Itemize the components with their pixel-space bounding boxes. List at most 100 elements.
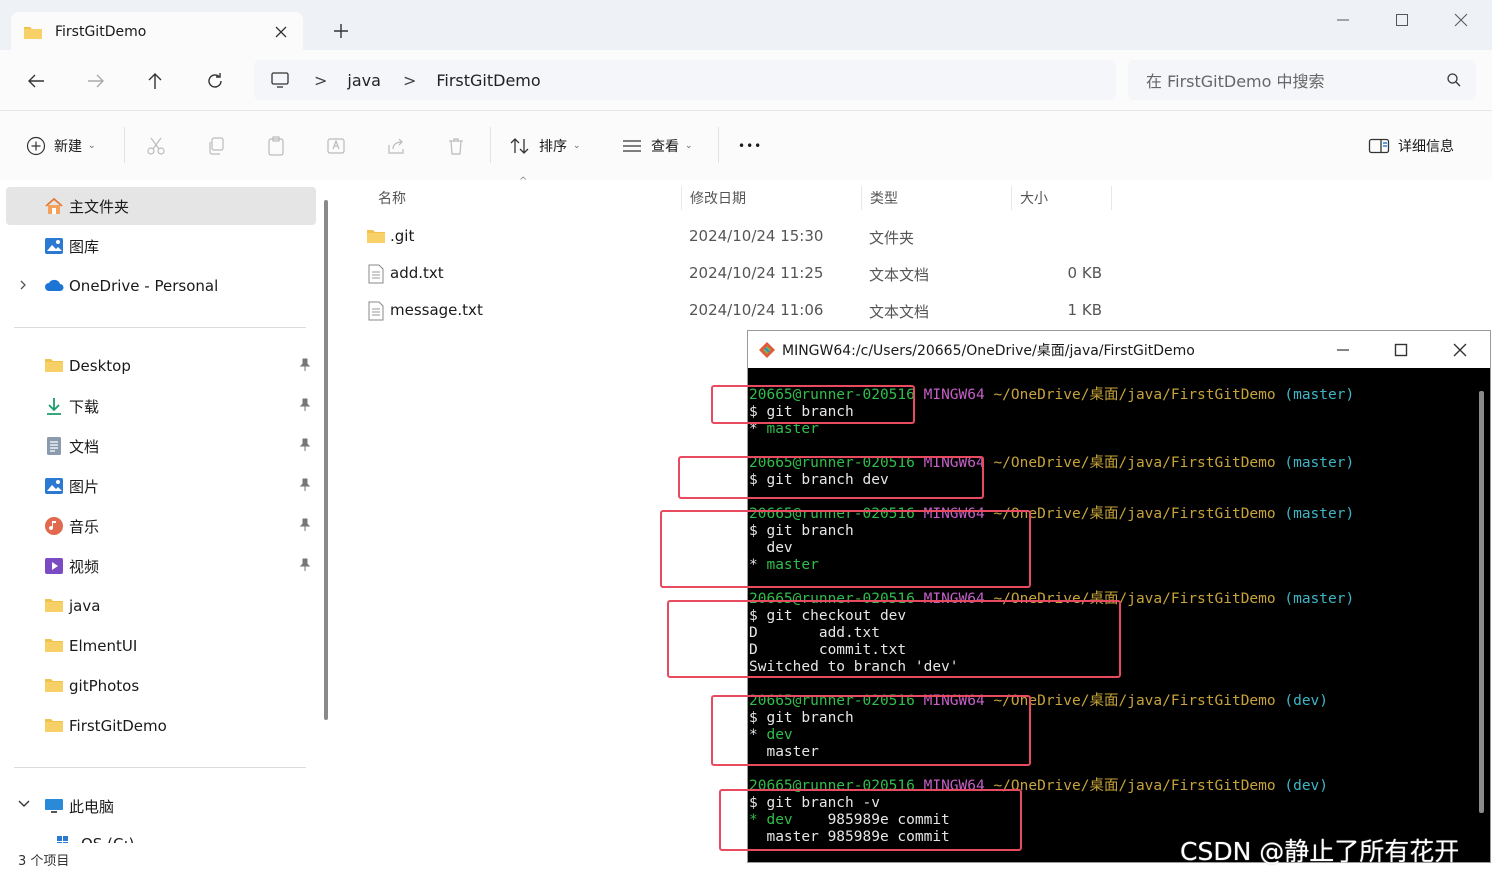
terminal-maximize-icon[interactable] — [1390, 339, 1412, 361]
column-header-name[interactable]: 名称 — [370, 186, 682, 210]
refresh-icon[interactable] — [200, 66, 230, 96]
computer-icon — [270, 71, 290, 89]
search-input[interactable]: 在 FirstGitDemo 中搜索 — [1146, 68, 1325, 92]
terminal-title-bar[interactable]: MINGW64:/c/Users/20665/OneDrive/桌面/java/… — [748, 331, 1490, 368]
window-close-icon[interactable] — [1451, 10, 1471, 30]
tab-close-icon[interactable] — [269, 20, 293, 44]
delete-button[interactable] — [446, 132, 466, 160]
details-pane-icon — [1368, 137, 1390, 155]
prompt-branch: (master) — [1284, 387, 1355, 403]
chevron-right-icon[interactable] — [18, 279, 28, 291]
annotation-box — [711, 385, 915, 424]
forward-icon[interactable] — [81, 66, 111, 96]
file-row-add-txt[interactable]: add.txt 2024/10/24 11:25 文本文档 0 KB — [352, 256, 1122, 292]
file-row-git[interactable]: .git 2024/10/24 15:30 文件夹 — [352, 219, 1122, 255]
sidebar-item-gitphotos[interactable]: gitPhotos — [6, 667, 316, 705]
sort-icon — [509, 136, 531, 156]
more-options-button[interactable]: ••• — [738, 132, 762, 160]
breadcrumb-java[interactable]: java — [347, 71, 381, 90]
up-icon[interactable] — [140, 66, 170, 96]
new-button[interactable]: 新建 ⌄ — [26, 132, 96, 160]
sidebar-item-videos[interactable]: 视频 — [6, 547, 316, 585]
sidebar-item-label: 音乐 — [69, 517, 100, 536]
back-icon[interactable] — [21, 66, 51, 96]
sidebar-item-java[interactable]: java — [6, 587, 316, 625]
share-icon — [386, 136, 406, 156]
annotation-box — [719, 789, 1022, 851]
terminal-scrollbar[interactable] — [1479, 391, 1484, 813]
column-header-type[interactable]: 类型 — [862, 186, 1012, 210]
search-box[interactable]: 在 FirstGitDemo 中搜索 — [1128, 60, 1476, 100]
file-type: 文本文档 — [869, 266, 930, 284]
sort-button[interactable]: 排序 ⌄ — [509, 132, 581, 160]
file-size: 0 KB — [1067, 264, 1102, 282]
prompt-env: MINGW64 — [923, 387, 985, 403]
watermark: CSDN @静止了所有花开 — [1180, 837, 1460, 866]
new-label: 新建 — [54, 139, 82, 155]
cloud-icon — [44, 276, 64, 296]
details-button[interactable]: 详细信息 — [1368, 132, 1454, 160]
sidebar-item-label: 图片 — [69, 477, 100, 496]
sidebar-item-label: ElmentUI — [69, 637, 138, 655]
sidebar-item-documents[interactable]: 文档 — [6, 427, 316, 465]
file-row-message-txt[interactable]: message.txt 2024/10/24 11:06 文本文档 1 KB — [352, 293, 1122, 329]
divider — [124, 127, 125, 163]
file-type: 文件夹 — [869, 229, 915, 247]
sidebar-item-home[interactable]: 主文件夹 — [6, 187, 316, 225]
paste-button[interactable] — [266, 132, 286, 160]
tab-firstgitdemo[interactable]: FirstGitDemo — [11, 12, 303, 52]
sidebar-item-this-pc[interactable]: 此电脑 — [6, 787, 316, 825]
breadcrumb-firstgitdemo[interactable]: FirstGitDemo — [436, 71, 540, 90]
sidebar-item-label: 视频 — [69, 557, 100, 576]
folder-icon — [44, 636, 64, 656]
sidebar-item-onedrive[interactable]: OneDrive - Personal — [6, 267, 316, 305]
sidebar-item-firstgitdemo[interactable]: FirstGitDemo — [6, 707, 316, 745]
sidebar-item-desktop[interactable]: Desktop — [6, 347, 316, 385]
column-header-date[interactable]: 修改日期 — [682, 186, 862, 210]
pin-icon[interactable] — [298, 558, 312, 572]
view-label: 查看 — [651, 139, 679, 155]
sidebar-item-os-drive[interactable]: OS (C:) — [6, 827, 316, 843]
sidebar-item-label: 此电脑 — [69, 797, 115, 816]
address-bar[interactable]: > java > FirstGitDemo — [254, 60, 1116, 100]
sidebar-item-downloads[interactable]: 下载 — [6, 387, 316, 425]
pin-icon[interactable] — [298, 478, 312, 492]
breadcrumb-separator: > — [402, 70, 417, 90]
copy-button[interactable] — [206, 132, 226, 160]
prompt-branch: (master) — [1284, 591, 1355, 607]
search-icon[interactable] — [1446, 72, 1462, 88]
sidebar-item-pictures[interactable]: 图片 — [6, 467, 316, 505]
pin-icon[interactable] — [298, 518, 312, 532]
view-button[interactable]: 查看 ⌄ — [621, 132, 693, 160]
sidebar-scrollbar[interactable] — [324, 200, 328, 720]
trash-icon — [446, 136, 466, 156]
share-button[interactable] — [386, 132, 406, 160]
git-icon — [758, 341, 776, 359]
sidebar-item-label: 下载 — [69, 397, 100, 416]
home-icon — [44, 196, 64, 216]
minimize-icon[interactable] — [1333, 10, 1353, 30]
view-icon — [621, 136, 643, 156]
column-header-size[interactable]: 大小 — [1012, 186, 1112, 210]
sidebar-item-label: OS (C:) — [81, 835, 134, 843]
prompt-path: ~/OneDrive/桌面/java/FirstGitDemo — [993, 693, 1276, 709]
file-size: 1 KB — [1067, 301, 1102, 319]
sidebar-item-gallery[interactable]: 图库 — [6, 227, 316, 265]
pin-icon[interactable] — [298, 398, 312, 412]
cut-button[interactable] — [146, 132, 166, 160]
prompt-branch: (master) — [1284, 506, 1355, 522]
pin-icon[interactable] — [298, 358, 312, 372]
sidebar-item-music[interactable]: 音乐 — [6, 507, 316, 545]
sidebar-item-elmentui[interactable]: ElmentUI — [6, 627, 316, 665]
sidebar-item-label: gitPhotos — [69, 677, 140, 695]
download-icon — [44, 396, 64, 416]
chevron-down-icon[interactable] — [18, 799, 30, 809]
terminal-minimize-icon[interactable] — [1332, 339, 1354, 361]
terminal-title: MINGW64:/c/Users/20665/OneDrive/桌面/java/… — [782, 342, 1195, 359]
maximize-icon[interactable] — [1392, 10, 1412, 30]
rename-button[interactable] — [326, 132, 348, 160]
terminal-close-icon[interactable] — [1449, 339, 1471, 361]
pin-icon[interactable] — [298, 438, 312, 452]
new-tab-icon[interactable] — [330, 20, 352, 42]
folder-icon — [44, 596, 64, 616]
